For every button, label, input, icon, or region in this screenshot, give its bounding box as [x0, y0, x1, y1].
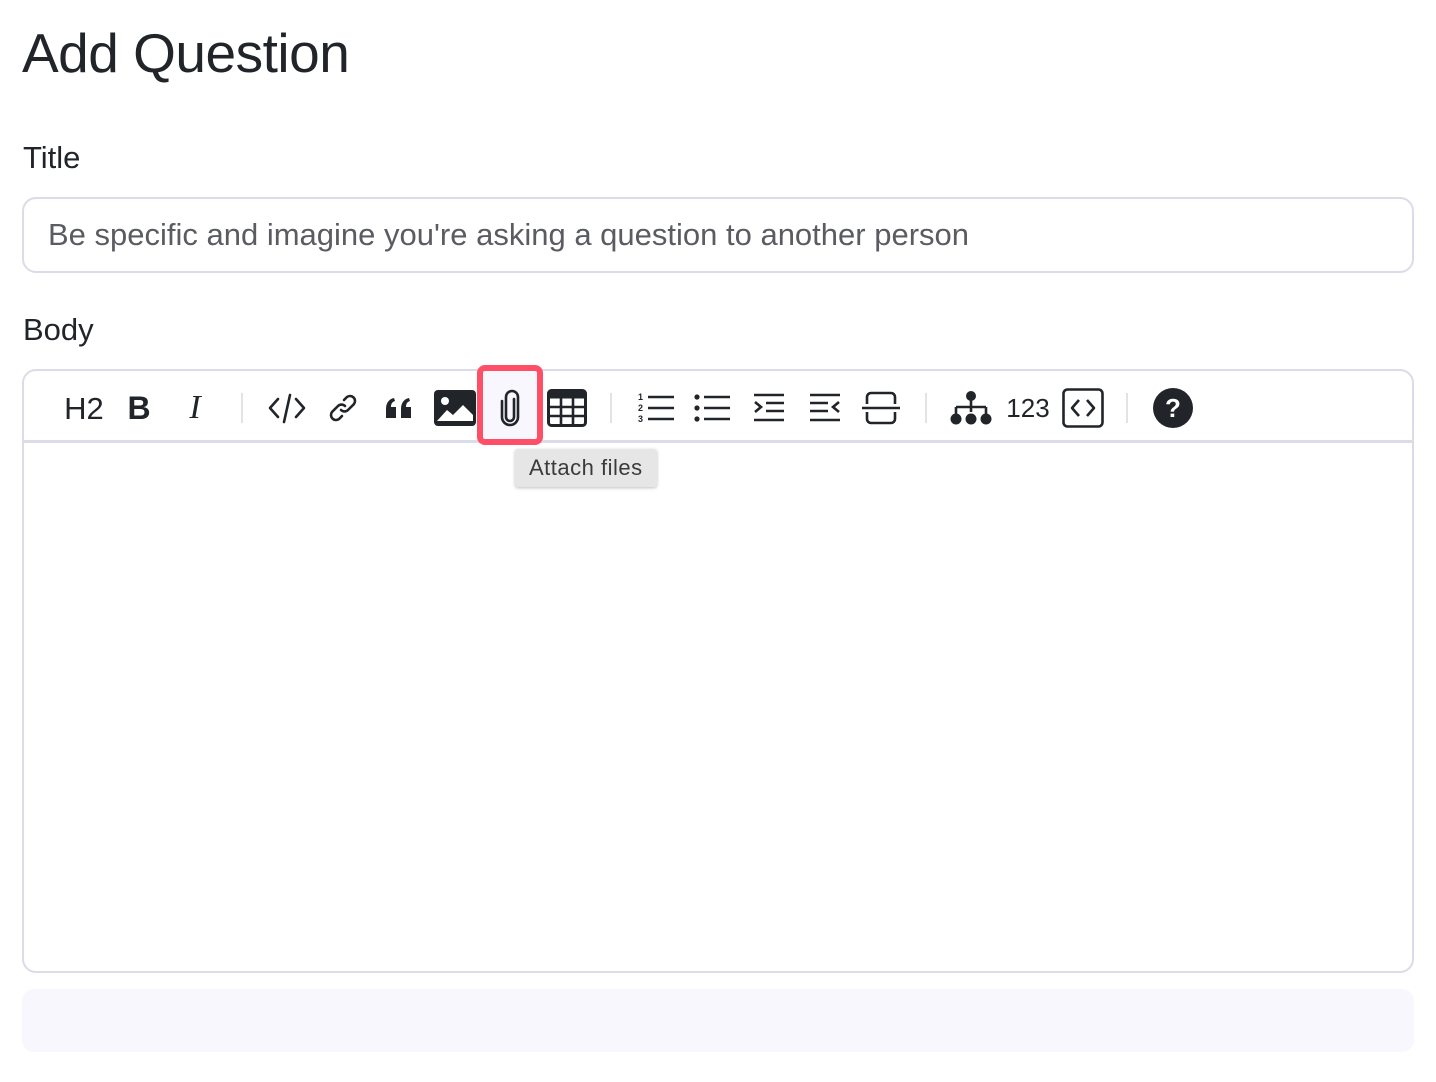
ordered-list-icon: 1 2 3 [638, 392, 674, 424]
html-button[interactable] [1060, 385, 1106, 431]
unordered-list-icon [694, 394, 730, 422]
ordered-list-button[interactable]: 1 2 3 [634, 385, 680, 431]
body-textarea[interactable] [24, 446, 1412, 971]
image-button[interactable] [432, 385, 478, 431]
blockquote-button[interactable] [376, 385, 422, 431]
attach-files-button[interactable] [487, 385, 533, 431]
image-icon [434, 390, 476, 426]
body-editor: H2 B I 1 2 3 123 ? Attach files [22, 365, 1414, 973]
horizontal-rule-button[interactable] [858, 385, 904, 431]
editor-toolbar: H2 B I 1 2 3 123 ? Attach files [24, 365, 1412, 487]
page-title: Add Question [22, 22, 350, 84]
horizontal-rule-icon [862, 391, 900, 425]
outdent-button[interactable] [802, 385, 848, 431]
link-button[interactable] [320, 385, 366, 431]
svg-text:1: 1 [638, 392, 643, 402]
heading-icon: H2 [64, 390, 104, 426]
bold-icon: B [127, 389, 151, 426]
code-block-icon [1062, 388, 1104, 428]
svg-text:?: ? [1165, 393, 1181, 423]
hierarchy-icon [950, 391, 992, 425]
italic-icon: I [189, 389, 201, 426]
heading-button[interactable]: H2 [60, 385, 108, 431]
svg-text:3: 3 [638, 414, 643, 424]
question-circle-icon: ? [1153, 388, 1193, 428]
toolbar-separator [1126, 393, 1128, 423]
help-button[interactable]: ? [1150, 385, 1196, 431]
title-label: Title [23, 140, 81, 175]
table-icon [547, 389, 587, 427]
outdent-icon [810, 393, 840, 422]
toolbar-separator [241, 393, 243, 423]
code-button[interactable] [264, 385, 310, 431]
code-icon [268, 393, 306, 424]
italic-button[interactable]: I [172, 385, 218, 431]
indent-button[interactable] [746, 385, 792, 431]
body-label: Body [23, 312, 94, 347]
bold-button[interactable]: B [116, 385, 162, 431]
indent-icon [754, 393, 784, 422]
body-preview [22, 989, 1414, 1052]
toolbar-separator [925, 393, 927, 423]
number-icon: 123 [1006, 393, 1050, 423]
table-button[interactable] [544, 385, 590, 431]
toolbar-separator [610, 393, 612, 423]
chart-button[interactable] [948, 385, 994, 431]
svg-text:2: 2 [638, 403, 643, 413]
formula-button[interactable]: 123 [1002, 385, 1054, 431]
quote-icon [386, 398, 411, 418]
paperclip-icon [500, 389, 520, 427]
link-icon [329, 394, 357, 422]
unordered-list-button[interactable] [690, 385, 736, 431]
title-input[interactable] [22, 197, 1414, 273]
